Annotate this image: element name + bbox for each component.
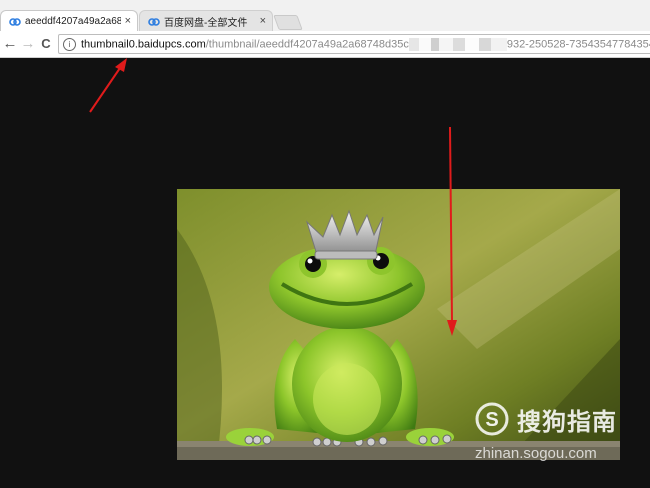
back-icon[interactable]: ←	[2, 35, 18, 53]
sogou-logo-icon: S	[475, 402, 509, 436]
baidu-cloud-icon	[9, 15, 21, 27]
redacted-segment	[408, 37, 507, 51]
tab-active[interactable]: aeeddf4207a49a2a687 ×	[0, 10, 138, 31]
tab-title: aeeddf4207a49a2a687	[25, 15, 121, 27]
watermark-url: zhinan.sogou.com	[475, 445, 597, 462]
close-tab-icon[interactable]: ×	[125, 15, 131, 27]
baidu-cloud-icon	[148, 15, 160, 27]
url-host: thumbnail0.baidupcs.com	[81, 37, 206, 50]
sogou-logo-letter: S	[485, 409, 498, 431]
watermark-brand: 搜狗指南	[517, 409, 617, 436]
tab-title: 百度网盘-全部文件	[164, 17, 248, 29]
info-icon[interactable]: i	[63, 37, 76, 51]
forward-icon[interactable]: →	[20, 35, 36, 53]
url-text: thumbnail0.baidupcs.com/thumbnail/aeeddf…	[81, 37, 650, 51]
address-bar[interactable]: i thumbnail0.baidupcs.com/thumbnail/aeed…	[58, 34, 650, 54]
new-tab-button[interactable]	[273, 15, 303, 30]
tab-strip: aeeddf4207a49a2a687 × 百度网盘-全部文件 ×	[0, 0, 650, 31]
reload-icon[interactable]: C	[38, 35, 54, 53]
tab-baidu-pan[interactable]: 百度网盘-全部文件 ×	[139, 10, 273, 31]
url-path-start: /thumbnail/aeeddf4207a49a2a68748d35c	[205, 37, 409, 50]
url-path-end: 932-250528-735435477843547&t	[506, 37, 650, 50]
close-tab-icon[interactable]: ×	[260, 15, 266, 27]
browser-toolbar: ← → C i thumbnail0.baidupcs.com/thumbnai…	[0, 31, 650, 58]
